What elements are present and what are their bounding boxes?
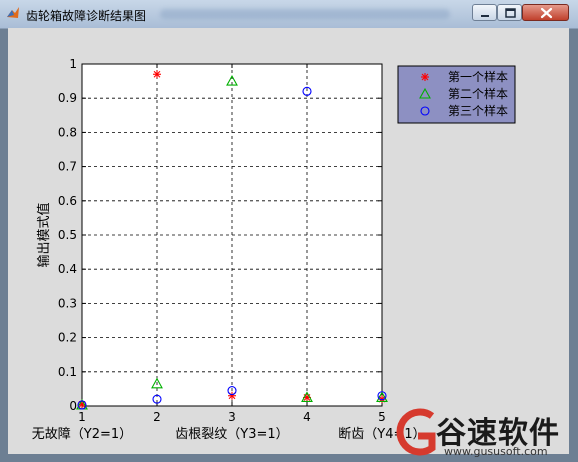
site-watermark: 谷速软件 www.gususoft.com (390, 404, 578, 462)
close-button[interactable] (522, 4, 569, 21)
series-1-point (153, 70, 161, 79)
y-tick-label: 0.5 (58, 228, 77, 242)
watermark-logo-icon (396, 408, 436, 456)
chart-canvas: 0 0.1 0.2 0.3 0.4 0.5 0.6 0.7 0.8 0.9 1 1 2 3 4 5 无故障（… (32, 57, 516, 442)
window-title: 齿轮箱故障诊断结果图 (26, 9, 147, 23)
y-tick-label: 0.1 (58, 365, 77, 379)
y-tick-label: 1 (69, 57, 77, 71)
y-tick-label: 0.3 (58, 296, 77, 310)
y-tick-label: 0.6 (58, 194, 77, 208)
x-tick-label: 2 (153, 410, 161, 424)
x-tick-label: 4 (303, 410, 311, 424)
y-tick-label: 0.7 (58, 160, 77, 174)
y-tick-label: 0.2 (58, 331, 77, 345)
legend-entry-1: 第一个样本 (448, 69, 508, 84)
minimize-icon (481, 15, 489, 17)
legend-entry-2: 第二个样本 (448, 86, 508, 101)
y-tick-labels: 0 0.1 0.2 0.3 0.4 0.5 0.6 0.7 0.8 0.9 1 (58, 57, 77, 413)
title-blur-region (160, 9, 450, 19)
y-axis-label: 输出模式值 (36, 202, 52, 267)
x-tick-labels: 1 2 3 4 5 (78, 410, 386, 424)
y-tick-label: 0.9 (58, 91, 77, 105)
y-tick-label: 0.8 (58, 125, 77, 139)
matlab-logo-icon (7, 7, 19, 18)
maximize-button[interactable] (497, 4, 522, 21)
x-tick-label: 5 (378, 410, 386, 424)
y-tick-label: 0 (69, 399, 77, 413)
window-titlebar: 齿轮箱故障诊断结果图 (0, 0, 578, 29)
y-tick-label: 0.4 (58, 262, 77, 276)
category-label: 齿根裂纹（Y3=1） (175, 427, 288, 442)
legend-entry-3: 第三个样本 (448, 103, 508, 118)
x-tick-label: 1 (78, 410, 86, 424)
legend[interactable]: 第一个样本第二个样本第三个样本 (397, 65, 516, 124)
minimize-button[interactable] (472, 4, 497, 21)
watermark-url: www.gususoft.com (444, 445, 548, 458)
legend-marker-1 (421, 73, 429, 81)
figure-client-area: 0 0.1 0.2 0.3 0.4 0.5 0.6 0.7 0.8 0.9 1 1 2 3 4 5 无故障（… (8, 28, 569, 454)
maximize-icon (505, 8, 516, 18)
x-tick-label: 3 (228, 410, 236, 424)
close-icon (540, 7, 553, 19)
category-label: 无故障（Y2=1） (32, 427, 132, 442)
category-labels: 无故障（Y2=1） 齿根裂纹（Y3=1） 断齿（Y4=1） (32, 427, 426, 442)
